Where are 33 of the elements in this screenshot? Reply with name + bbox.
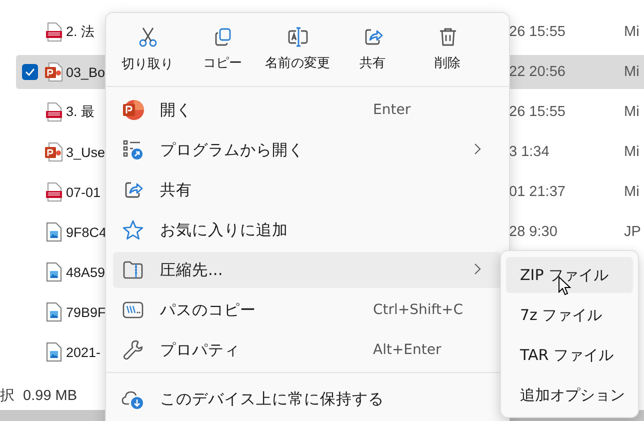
file-name: 79B9F <box>66 304 106 320</box>
status-text: 択 0.99 MB <box>0 386 78 404</box>
menu-label: 開く <box>160 100 193 120</box>
menu-label: このデバイス上に常に保持する <box>160 388 384 410</box>
file-date: 22 20:56 <box>509 64 566 80</box>
file-type: JP <box>624 224 641 240</box>
shortcut-text: Alt+Enter <box>373 342 442 358</box>
file-name: 48A59 <box>66 264 106 280</box>
menu-label: 共有 <box>160 180 193 200</box>
shortcut-text: Enter <box>373 102 411 118</box>
file-name: 2021- <box>66 344 101 360</box>
menu-label: プログラムから開く <box>160 140 305 160</box>
file-date: 01 21:37 <box>509 184 566 200</box>
file-name: 2. 法 <box>66 24 96 39</box>
file-type: Mi <box>624 104 640 120</box>
file-date: 26 15:55 <box>509 104 566 120</box>
menu-label: 圧縮先... <box>160 260 224 280</box>
shortcut-text: Ctrl+Shift+C <box>373 302 463 318</box>
file-date: 28 9:30 <box>509 224 558 240</box>
file-name: 9F8C4 <box>66 224 107 240</box>
file-type: Mi <box>624 64 640 80</box>
file-name: 07-01 <box>66 184 101 200</box>
menu-label: パスのコピー <box>160 300 257 320</box>
file-date: 3 1:34 <box>509 144 550 160</box>
file-name: 3_Use <box>66 144 106 160</box>
file-date: 26 15:55 <box>509 24 566 40</box>
file-name: 3. 最 <box>66 104 96 119</box>
file-type: Mi <box>624 24 640 40</box>
menu-label: お気に入りに追加 <box>160 220 289 240</box>
file-name: 03_Bo <box>66 64 106 80</box>
file-type: Mi <box>624 144 640 160</box>
menu-label: プロパティ <box>160 340 241 360</box>
file-type: Mi <box>624 184 640 200</box>
